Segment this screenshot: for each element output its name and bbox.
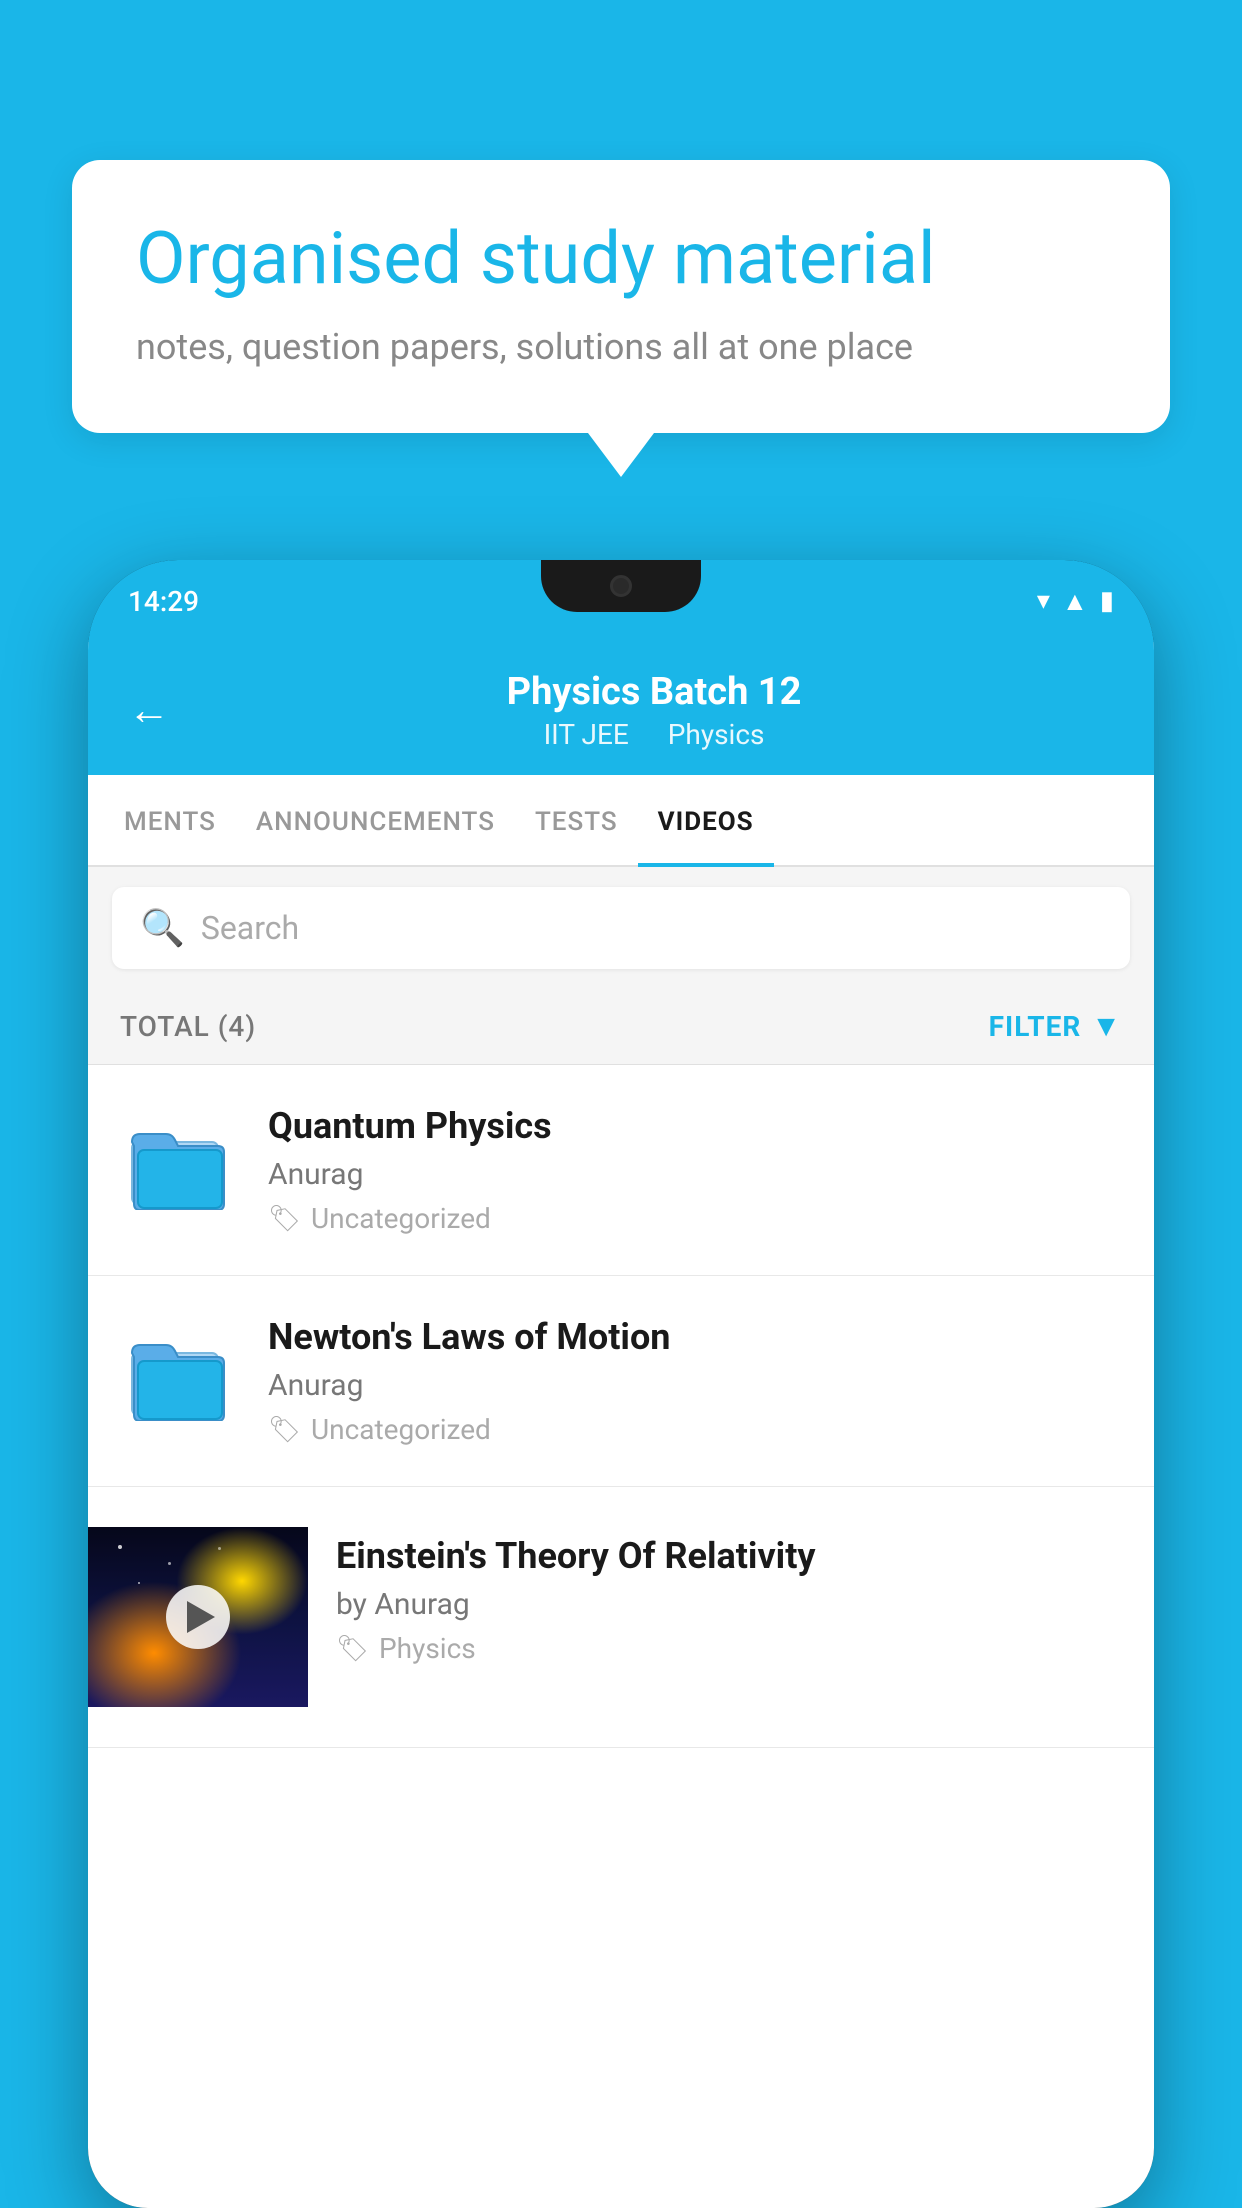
- tag-label: Uncategorized: [311, 1413, 491, 1446]
- tab-tests[interactable]: TESTS: [515, 775, 638, 865]
- wifi-icon: ▾: [1037, 586, 1050, 616]
- search-input[interactable]: Search: [201, 909, 299, 947]
- tag-icon: 🏷: [268, 1204, 301, 1234]
- phone-frame: 14:29 ▾ ▲ ▮ ← Physics Batch 12 IIT JEE P…: [88, 560, 1154, 2208]
- video-thumb: [120, 1316, 240, 1436]
- status-bar: 14:29 ▾ ▲ ▮: [88, 560, 1154, 642]
- video-author: Anurag: [268, 1157, 1122, 1192]
- list-item[interactable]: Einstein's Theory Of Relativity by Anura…: [88, 1487, 1154, 1748]
- video-tag: 🏷 Physics: [336, 1632, 1122, 1665]
- tag-label: Uncategorized: [311, 1202, 491, 1235]
- video-thumbnail: [88, 1527, 308, 1707]
- video-tag: 🏷 Uncategorized: [268, 1202, 1122, 1235]
- search-bar-container: 🔍 Search: [88, 867, 1154, 989]
- video-info: Quantum Physics Anurag 🏷 Uncategorized: [268, 1105, 1122, 1235]
- tag-label: Physics: [379, 1632, 476, 1665]
- tab-ments[interactable]: MENTS: [104, 775, 236, 865]
- search-icon: 🔍: [140, 907, 185, 949]
- batch-title: Physics Batch 12: [194, 670, 1114, 714]
- video-author: Anurag: [268, 1368, 1122, 1403]
- list-item[interactable]: Newton's Laws of Motion Anurag 🏷 Uncateg…: [88, 1276, 1154, 1487]
- video-title: Newton's Laws of Motion: [268, 1316, 1122, 1358]
- video-author: by Anurag: [336, 1587, 1122, 1622]
- search-bar[interactable]: 🔍 Search: [112, 887, 1130, 969]
- phone-notch: [541, 560, 701, 612]
- video-title: Einstein's Theory Of Relativity: [336, 1535, 1122, 1577]
- list-item[interactable]: Quantum Physics Anurag 🏷 Uncategorized: [88, 1065, 1154, 1276]
- front-camera: [610, 575, 632, 597]
- video-info: Einstein's Theory Of Relativity by Anura…: [336, 1527, 1122, 1665]
- app-header: ← Physics Batch 12 IIT JEE Physics: [88, 642, 1154, 775]
- speech-bubble: Organised study material notes, question…: [72, 160, 1170, 433]
- tag-icon: 🏷: [336, 1634, 369, 1664]
- back-button[interactable]: ←: [128, 686, 170, 735]
- status-time: 14:29: [128, 585, 199, 618]
- status-icons: ▾ ▲ ▮: [1037, 586, 1114, 617]
- tag-icon: 🏷: [268, 1415, 301, 1445]
- batch-subtitle: IIT JEE Physics: [194, 718, 1114, 751]
- folder-icon: [130, 1331, 230, 1421]
- play-triangle-icon: [187, 1601, 215, 1633]
- bubble-title: Organised study material: [136, 216, 1106, 302]
- signal-icon: ▲: [1062, 586, 1088, 617]
- video-list: Quantum Physics Anurag 🏷 Uncategorized: [88, 1065, 1154, 1748]
- battery-icon: ▮: [1100, 586, 1114, 616]
- folder-icon: [130, 1120, 230, 1210]
- bubble-subtitle: notes, question papers, solutions all at…: [136, 322, 1106, 372]
- filter-icon: ▼: [1091, 1009, 1122, 1044]
- video-tag: 🏷 Uncategorized: [268, 1413, 1122, 1446]
- batch-category: IIT JEE: [544, 718, 629, 751]
- tab-announcements[interactable]: ANNOUNCEMENTS: [236, 775, 515, 865]
- tabs-bar: MENTS ANNOUNCEMENTS TESTS VIDEOS: [88, 775, 1154, 867]
- tab-videos[interactable]: VIDEOS: [638, 775, 774, 865]
- play-button[interactable]: [166, 1585, 230, 1649]
- video-thumb: [120, 1105, 240, 1225]
- video-title: Quantum Physics: [268, 1105, 1122, 1147]
- filter-label: FILTER: [989, 1010, 1082, 1043]
- header-title-block: Physics Batch 12 IIT JEE Physics: [194, 670, 1114, 751]
- phone-screen: ← Physics Batch 12 IIT JEE Physics MENTS…: [88, 642, 1154, 2208]
- batch-subject: Physics: [668, 718, 765, 751]
- video-info: Newton's Laws of Motion Anurag 🏷 Uncateg…: [268, 1316, 1122, 1446]
- filter-row: TOTAL (4) FILTER ▼: [88, 989, 1154, 1065]
- total-count: TOTAL (4): [120, 1010, 256, 1043]
- filter-button[interactable]: FILTER ▼: [989, 1009, 1122, 1044]
